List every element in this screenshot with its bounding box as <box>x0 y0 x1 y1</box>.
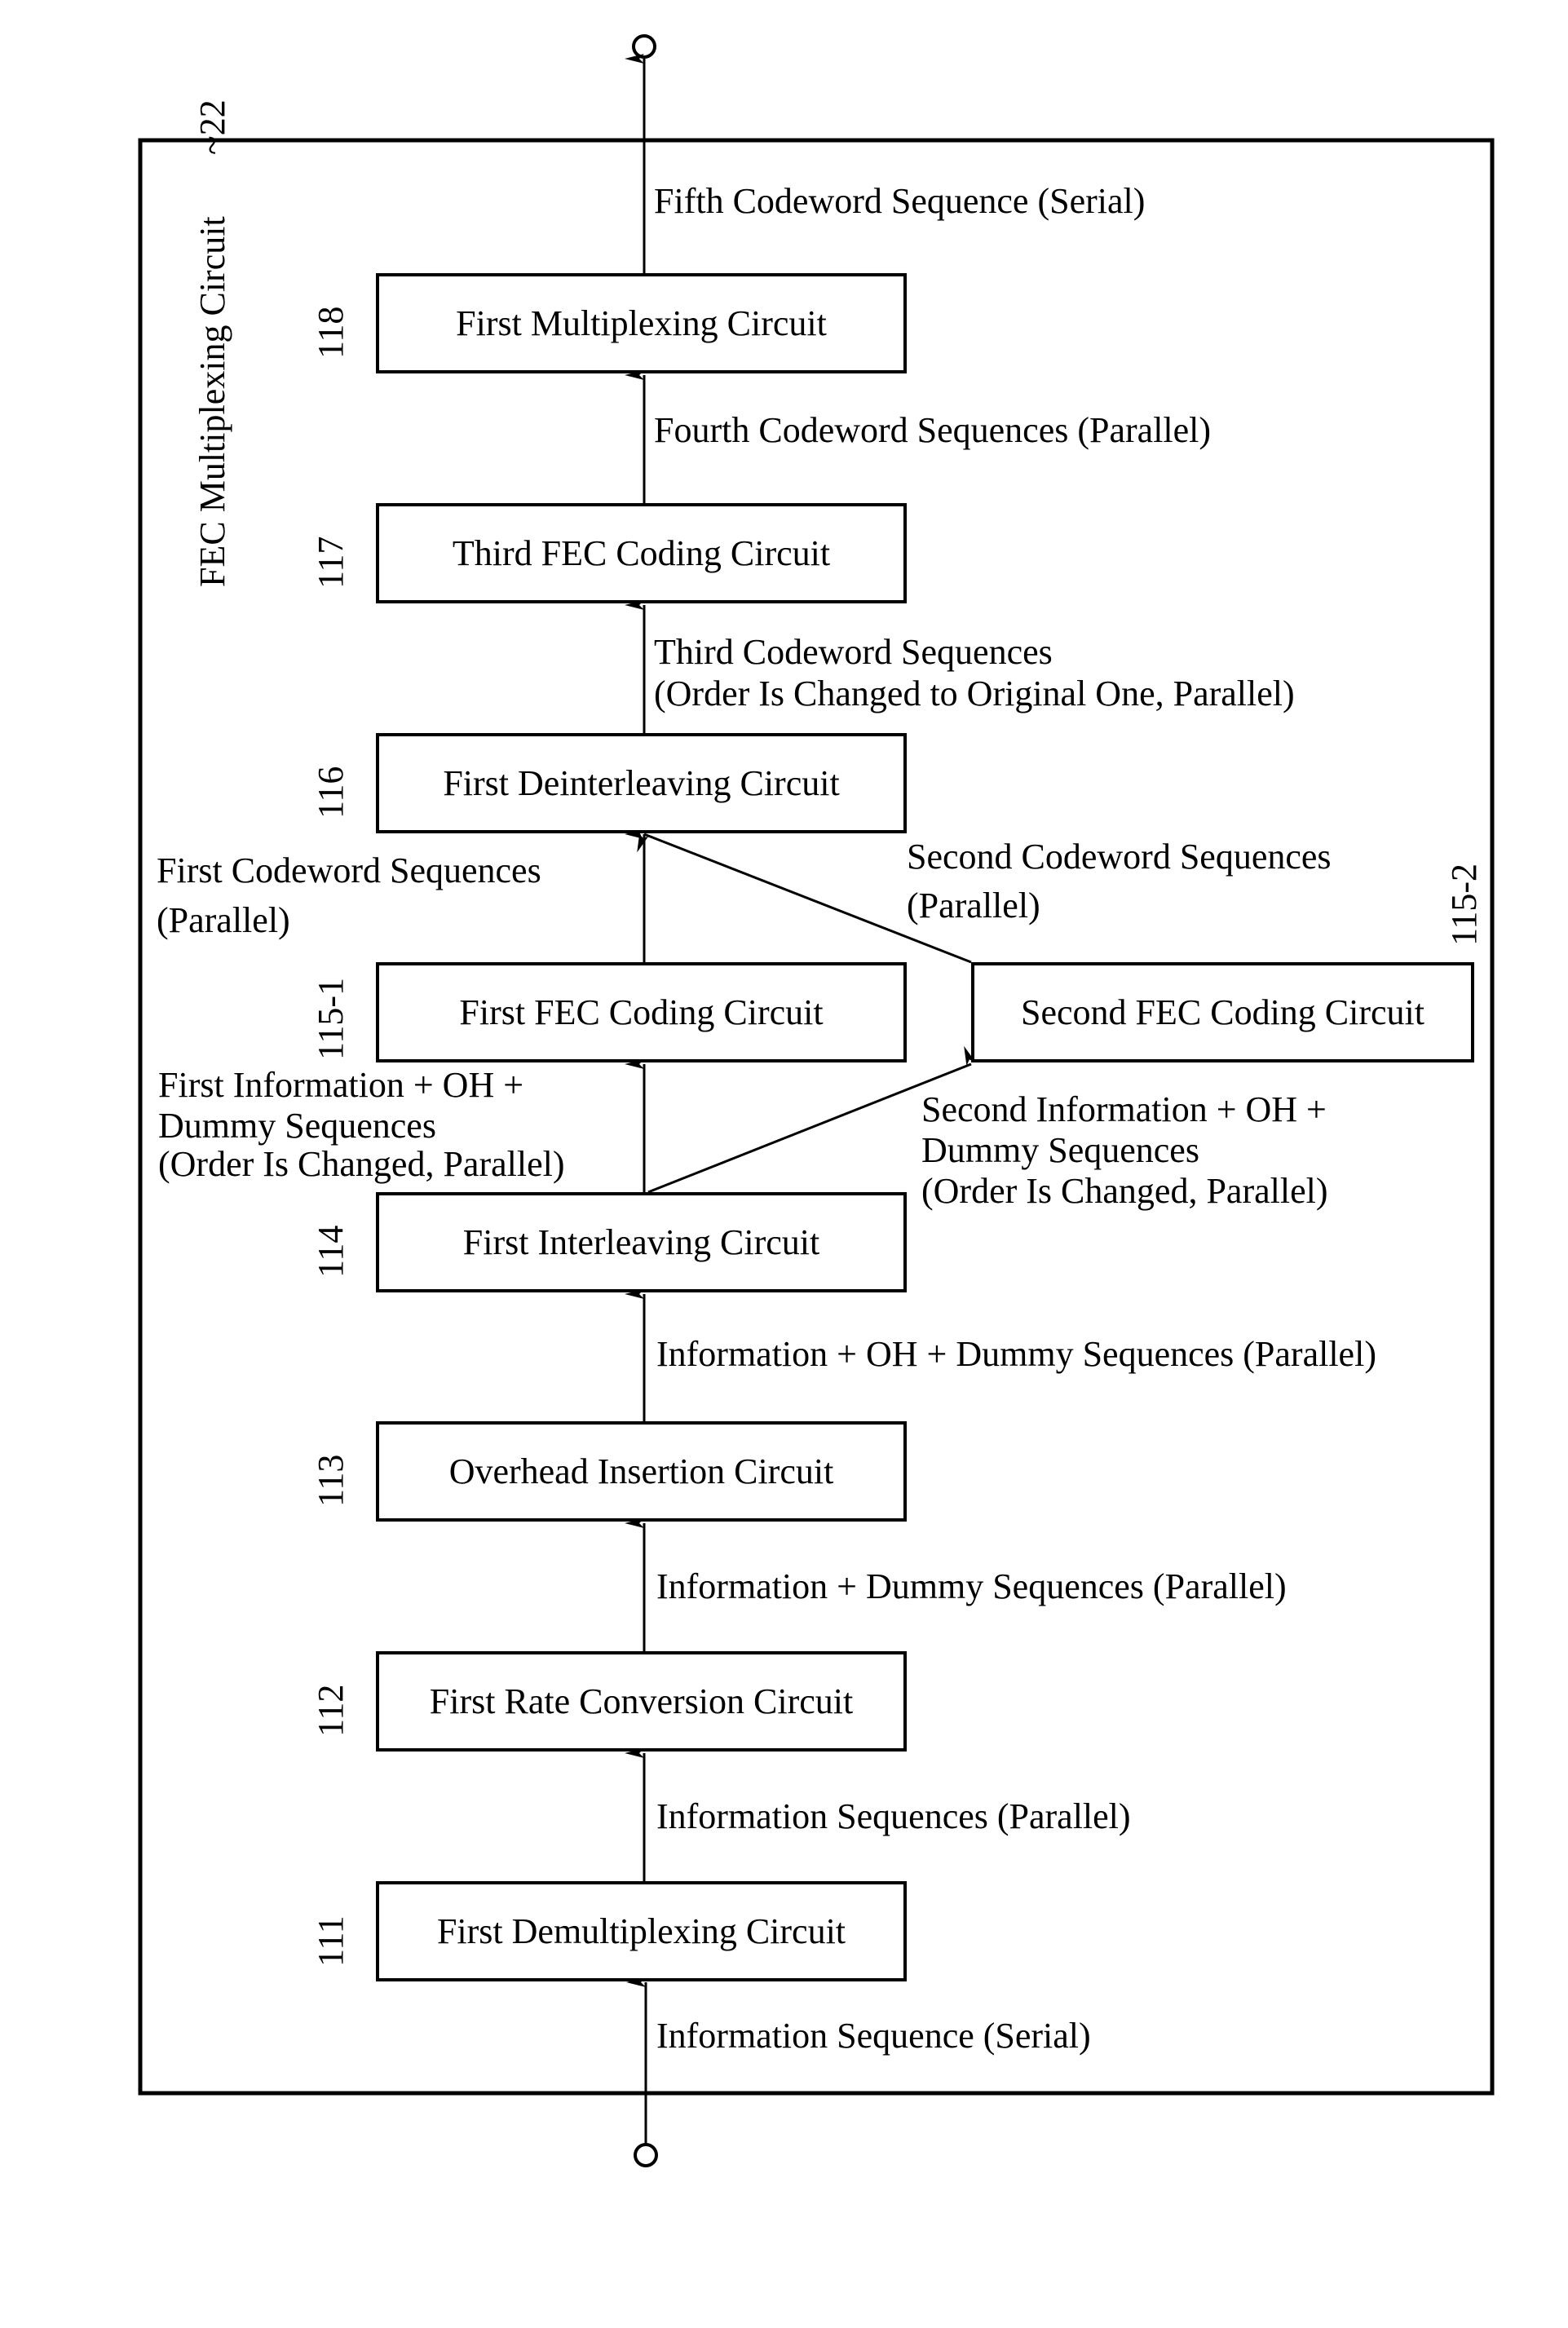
signal-third-codeword-2: (Order Is Changed to Original One, Paral… <box>654 674 1295 713</box>
block-overhead-insertion[interactable]: Overhead Insertion Circuit <box>376 1421 907 1522</box>
signal-first-info-1: First Information + OH + <box>158 1065 524 1105</box>
ref-118: 118 <box>311 306 351 359</box>
ref-117: 117 <box>311 536 351 589</box>
frame-ref: ~22 <box>192 99 232 155</box>
frame-title: FEC Multiplexing Circuit <box>192 216 232 587</box>
signal-info-oh-dummy: Information + OH + Dummy Sequences (Para… <box>656 1334 1376 1374</box>
signal-second-info-3: (Order Is Changed, Parallel) <box>921 1171 1328 1211</box>
ref-112: 112 <box>311 1684 351 1737</box>
ref-116: 116 <box>311 766 351 819</box>
output-terminal <box>632 34 656 59</box>
signal-third-codeword-1: Third Codeword Sequences <box>654 632 1053 672</box>
signal-second-info-2: Dummy Sequences <box>921 1130 1199 1170</box>
ref-115-2: 115-2 <box>1444 863 1484 946</box>
ref-114: 114 <box>311 1225 351 1278</box>
signal-first-info-3: (Order Is Changed, Parallel) <box>158 1144 565 1184</box>
ref-113: 113 <box>311 1454 351 1507</box>
block-third-fec-coding[interactable]: Third FEC Coding Circuit <box>376 503 907 603</box>
signal-first-codeword-1: First Codeword Sequences <box>157 850 541 890</box>
signal-fourth-codeword: Fourth Codeword Sequences (Parallel) <box>654 410 1212 450</box>
block-first-multiplexing[interactable]: First Multiplexing Circuit <box>376 273 907 373</box>
block-first-deinterleaving[interactable]: First Deinterleaving Circuit <box>376 733 907 833</box>
signal-second-info-1: Second Information + OH + <box>921 1089 1327 1129</box>
signal-fifth-codeword: Fifth Codeword Sequence (Serial) <box>654 181 1146 221</box>
signal-info-dummy: Information + Dummy Sequences (Parallel) <box>656 1566 1287 1606</box>
signal-second-codeword-2: (Parallel) <box>907 886 1040 925</box>
block-second-fec-coding[interactable]: Second FEC Coding Circuit <box>971 962 1474 1062</box>
block-first-demultiplexing[interactable]: First Demultiplexing Circuit <box>376 1881 907 1981</box>
signal-first-info-2: Dummy Sequences <box>158 1106 436 1146</box>
signal-first-codeword-2: (Parallel) <box>157 900 290 940</box>
signal-info-sequences: Information Sequences (Parallel) <box>656 1796 1131 1836</box>
ref-115-1: 115-1 <box>311 977 351 1060</box>
signal-info-sequence-serial: Information Sequence (Serial) <box>656 2016 1091 2056</box>
signal-second-codeword-1: Second Codeword Sequences <box>907 837 1332 877</box>
input-terminal <box>634 2143 658 2167</box>
block-first-interleaving[interactable]: First Interleaving Circuit <box>376 1192 907 1292</box>
block-first-fec-coding[interactable]: First FEC Coding Circuit <box>376 962 907 1062</box>
ref-111: 111 <box>311 1915 351 1967</box>
block-first-rate-conversion[interactable]: First Rate Conversion Circuit <box>376 1651 907 1752</box>
